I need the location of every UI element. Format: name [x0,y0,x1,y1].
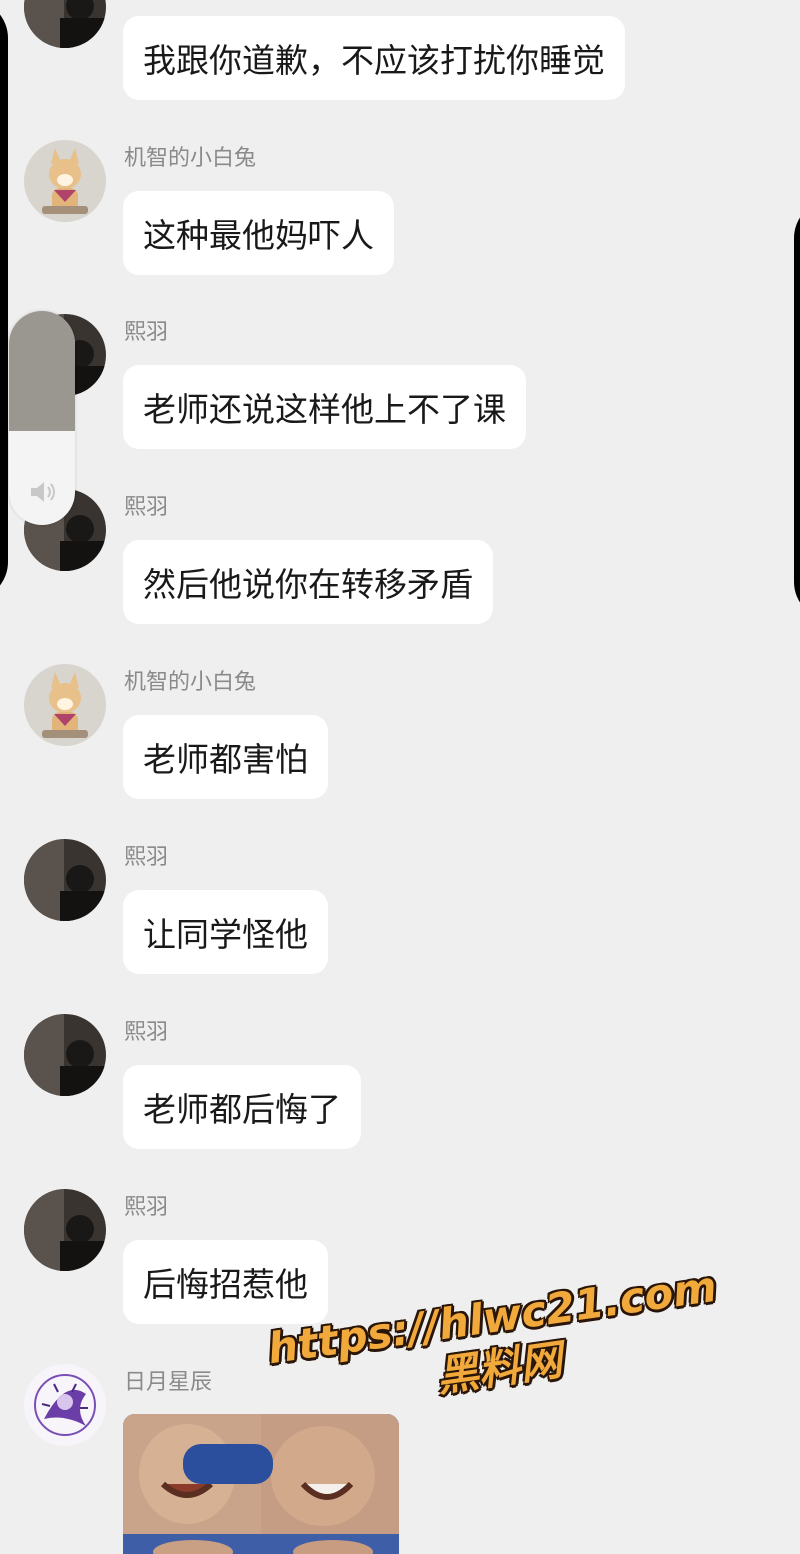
sender-name: 机智的小白兔 [124,670,257,695]
avatar-xiyu[interactable] [24,1189,106,1271]
message-bubble[interactable]: 后悔招惹他 [123,1240,328,1324]
message-bubble[interactable]: 老师都害怕 [123,715,328,799]
sender-name: 熙羽 [124,1020,169,1045]
avatar-xiyu[interactable] [24,1014,106,1096]
message-bubble[interactable]: 老师都后悔了 [123,1065,361,1149]
meme-sticker[interactable] [123,1414,399,1554]
message-bubble[interactable]: 我跟你道歉，不应该打扰你睡觉 [123,16,625,100]
sender-name: 熙羽 [124,845,169,870]
sender-name: 机智的小白兔 [124,146,257,171]
sender-name: 熙羽 [124,1195,169,1220]
speaker-icon [31,482,55,502]
avatar-dog[interactable] [24,140,106,222]
sender-name: 熙羽 [124,495,169,520]
screen-edge-right [794,200,800,620]
screen-edge-left [0,0,8,600]
avatar-xiyu[interactable] [24,0,106,48]
message-bubble[interactable]: 老师还说这样他上不了课 [123,365,526,449]
avatar-dog[interactable] [24,664,106,746]
volume-level-fill [9,311,75,431]
message-bubble[interactable]: 让同学怪他 [123,890,328,974]
avatar-anime[interactable] [24,1364,106,1446]
message-bubble[interactable]: 这种最他妈吓人 [123,191,394,275]
sender-name: 日月星辰 [124,1370,213,1395]
message-bubble[interactable]: 然后他说你在转移矛盾 [123,540,493,624]
volume-slider[interactable] [9,311,75,525]
sender-name: 熙羽 [124,320,169,345]
avatar-xiyu[interactable] [24,839,106,921]
